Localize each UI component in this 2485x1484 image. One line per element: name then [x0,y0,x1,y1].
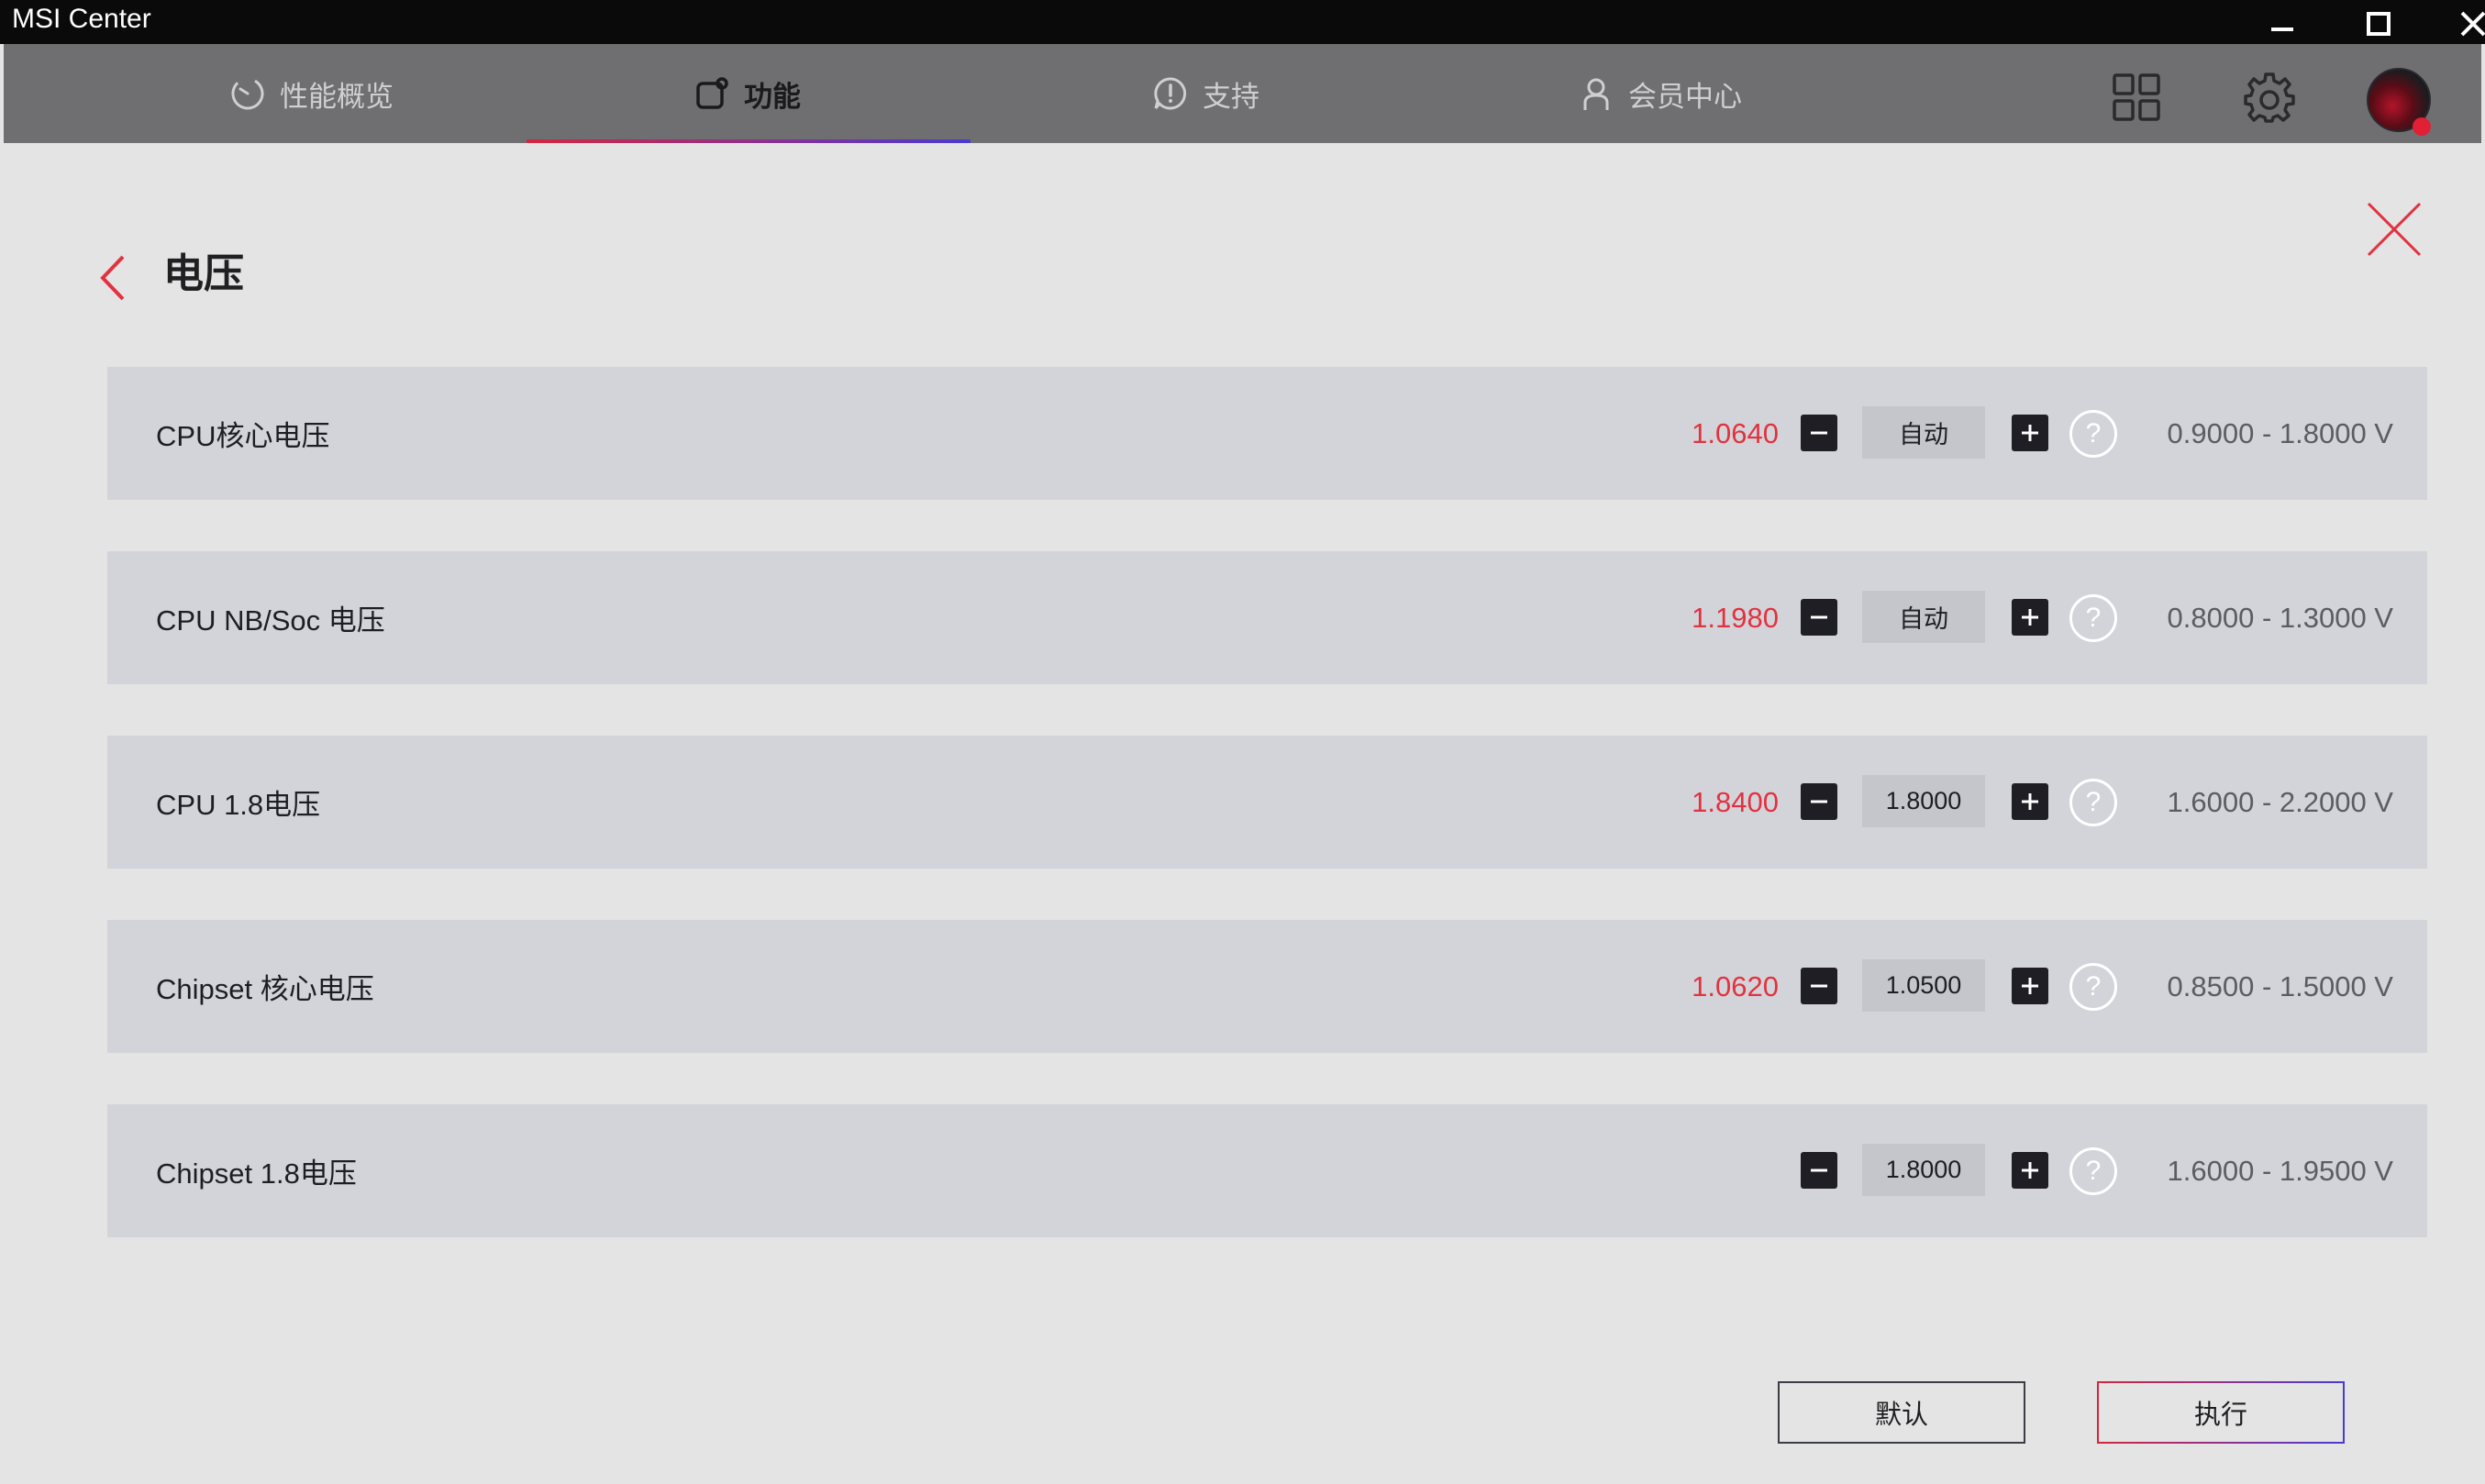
current-voltage: 1.0620 [1692,969,1779,1002]
member-icon [1577,74,1615,113]
support-icon [1151,74,1190,113]
active-tab-underline [527,139,971,143]
tab-performance-label: 性能概览 [280,80,394,113]
title-bar: MSI Center [0,0,2485,44]
page-title: 电压 [163,251,244,296]
apply-button[interactable]: 执行 [2097,1381,2345,1444]
help-icon[interactable]: ? [2069,779,2117,826]
voltage-value-field[interactable]: 1.0500 [1862,959,1985,1012]
decrement-button[interactable] [1801,415,1837,451]
window-title: MSI Center [12,4,151,34]
chevron-left-icon[interactable] [94,253,131,303]
voltage-row-cpu-1-8: CPU 1.8电压 1.8400 1.8000 ? 1.6000 - 2.200… [107,736,2427,869]
help-icon[interactable]: ? [2069,410,2117,458]
voltage-value-field[interactable]: 1.8000 [1862,1144,1985,1196]
voltage-row-chipset-core: Chipset 核心电压 1.0620 1.0500 ? 0.8500 - 1.… [107,920,2427,1053]
increment-button[interactable] [2012,415,2048,451]
notification-dot [2413,117,2431,136]
row-label: Chipset 核心电压 [156,973,374,1005]
help-icon[interactable]: ? [2069,1147,2117,1195]
row-label: CPU核心电压 [156,420,330,452]
decrement-button[interactable] [1801,968,1837,1004]
row-label: CPU 1.8电压 [156,789,321,821]
voltage-row-cpu-core: CPU核心电压 1.0640 自动 ? 0.9000 - 1.8000 V [107,367,2427,500]
increment-button[interactable] [2012,783,2048,820]
voltage-row-cpu-nb-soc: CPU NB/Soc 电压 1.1980 自动 ? 0.8000 - 1.300… [107,551,2427,684]
tab-support[interactable]: 支持 [1114,44,1297,143]
voltage-range: 1.6000 - 2.2000 V [2167,785,2393,818]
close-icon[interactable] [2455,6,2485,42]
voltage-row-chipset-1-8: Chipset 1.8电压 1.8000 ? 1.6000 - 1.9500 V [107,1104,2427,1237]
maximize-icon[interactable] [2360,6,2397,42]
msi-center-window: MSI Center 性能概览 功能 支持 会员中心 电压 CPU核心电压 1.… [0,0,2485,1484]
current-voltage: 1.8400 [1692,785,1779,818]
gear-icon[interactable] [2242,70,2297,125]
minimize-icon[interactable] [2264,6,2301,42]
apps-grid-icon[interactable] [2109,70,2164,125]
tab-features[interactable]: 功能 [527,44,967,143]
voltage-value-field[interactable]: 自动 [1862,406,1985,459]
help-icon[interactable]: ? [2069,594,2117,642]
decrement-button[interactable] [1801,599,1837,636]
row-label: Chipset 1.8电压 [156,1157,357,1190]
tab-features-label: 功能 [744,80,801,113]
row-label: CPU NB/Soc 电压 [156,604,385,637]
increment-button[interactable] [2012,1152,2048,1189]
decrement-button[interactable] [1801,783,1837,820]
voltage-range: 1.6000 - 1.9500 V [2167,1154,2393,1187]
voltage-value-field[interactable]: 自动 [1862,591,1985,643]
tab-performance[interactable]: 性能概览 [196,44,426,143]
close-x-icon[interactable] [2365,200,2424,259]
top-navigation: 性能概览 功能 支持 会员中心 [4,44,2481,143]
voltage-range: 0.8000 - 1.3000 V [2167,601,2393,634]
default-button[interactable]: 默认 [1778,1381,2025,1444]
increment-button[interactable] [2012,968,2048,1004]
voltage-range: 0.9000 - 1.8000 V [2167,416,2393,449]
tab-member-center[interactable]: 会员中心 [1536,44,1783,143]
tab-member-label: 会员中心 [1628,80,1742,113]
current-voltage: 1.1980 [1692,601,1779,634]
current-voltage: 1.0640 [1692,416,1779,449]
help-icon[interactable]: ? [2069,963,2117,1011]
features-icon [693,74,731,113]
increment-button[interactable] [2012,599,2048,636]
decrement-button[interactable] [1801,1152,1837,1189]
tab-support-label: 支持 [1203,80,1259,113]
voltage-value-field[interactable]: 1.8000 [1862,775,1985,827]
performance-icon [228,74,267,113]
voltage-range: 0.8500 - 1.5000 V [2167,969,2393,1002]
